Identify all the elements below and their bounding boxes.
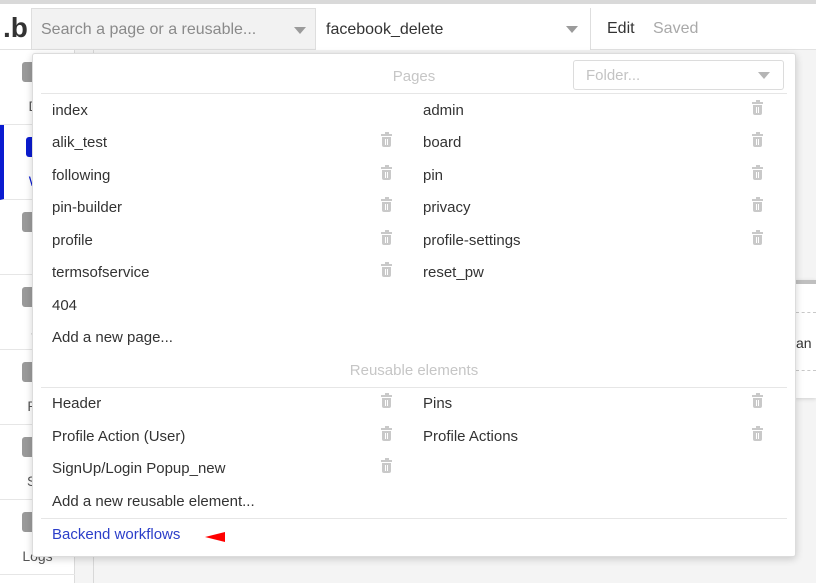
trash-icon[interactable] bbox=[381, 132, 393, 148]
folder-placeholder: Folder... bbox=[586, 67, 641, 84]
reusable-item[interactable]: Profile Action (User) bbox=[52, 425, 397, 449]
chevron-down-icon bbox=[758, 72, 770, 79]
chevron-down-icon bbox=[566, 26, 578, 33]
page-item[interactable]: pin bbox=[423, 164, 768, 188]
current-page-value: facebook_delete bbox=[326, 21, 444, 38]
chevron-down-icon bbox=[294, 27, 306, 34]
page-switcher-dropdown: Pages Folder... index alik_test followin… bbox=[32, 53, 796, 557]
background-workflow-card: an bbox=[796, 280, 816, 398]
card-text: an bbox=[796, 335, 812, 351]
page-item[interactable]: following bbox=[52, 164, 397, 188]
page-name: pin-builder bbox=[52, 199, 123, 216]
page-name: pin bbox=[423, 167, 444, 184]
reusable-item[interactable]: SignUp/Login Popup_new bbox=[52, 457, 397, 481]
divider bbox=[796, 312, 816, 313]
page-item[interactable]: board bbox=[423, 131, 768, 155]
page-name: termsofservice bbox=[52, 264, 150, 281]
reusable-name: Header bbox=[52, 395, 102, 412]
trash-icon[interactable] bbox=[752, 230, 764, 246]
current-page-dropdown[interactable]: facebook_delete bbox=[316, 8, 591, 50]
add-new-reusable-link[interactable]: Add a new reusable element... bbox=[52, 493, 255, 510]
trash-icon[interactable] bbox=[381, 197, 393, 213]
divider bbox=[796, 370, 816, 371]
top-bar: .b Search a page or a reusable... facebo… bbox=[0, 0, 816, 50]
trash-icon[interactable] bbox=[752, 426, 764, 442]
page-item[interactable]: 404 bbox=[52, 294, 397, 318]
trash-icon[interactable] bbox=[381, 426, 393, 442]
trash-icon[interactable] bbox=[752, 132, 764, 148]
backend-workflows-link[interactable]: Backend workflows bbox=[52, 526, 180, 543]
page-name: privacy bbox=[423, 199, 471, 216]
search-placeholder: Search a page or a reusable... bbox=[41, 21, 257, 38]
page-name: admin bbox=[423, 102, 464, 119]
reusable-name: Pins bbox=[423, 395, 453, 412]
reusable-item[interactable]: Profile Actions bbox=[423, 425, 768, 449]
reusable-section-heading: Reusable elements bbox=[349, 362, 479, 379]
page-name: alik_test bbox=[52, 134, 108, 151]
trash-icon[interactable] bbox=[381, 262, 393, 278]
page-item[interactable]: index bbox=[52, 99, 397, 123]
reusable-item[interactable]: Pins bbox=[423, 392, 768, 416]
trash-icon[interactable] bbox=[381, 393, 393, 409]
page-item[interactable]: profile-settings bbox=[423, 229, 768, 253]
trash-icon[interactable] bbox=[381, 458, 393, 474]
trash-icon[interactable] bbox=[381, 165, 393, 181]
reusable-name: SignUp/Login Popup_new bbox=[52, 460, 226, 477]
save-status: Saved bbox=[653, 20, 699, 37]
folder-select[interactable]: Folder... bbox=[573, 60, 784, 90]
page-item[interactable]: reset_pw bbox=[423, 261, 768, 285]
page-name: profile-settings bbox=[423, 232, 521, 249]
page-search-input[interactable]: Search a page or a reusable... bbox=[31, 8, 316, 50]
annotation-arrow-icon bbox=[205, 532, 225, 542]
page-item[interactable]: termsofservice bbox=[52, 261, 397, 285]
page-item[interactable]: pin-builder bbox=[52, 196, 397, 220]
add-new-page-link[interactable]: Add a new page... bbox=[52, 329, 173, 346]
reusable-item[interactable]: Header bbox=[52, 392, 397, 416]
reusable-name: Profile Action (User) bbox=[52, 428, 186, 445]
page-name: following bbox=[52, 167, 111, 184]
trash-icon[interactable] bbox=[752, 393, 764, 409]
page-item[interactable]: privacy bbox=[423, 196, 768, 220]
page-name: 404 bbox=[52, 297, 78, 314]
reusable-name: Profile Actions bbox=[423, 428, 519, 445]
divider bbox=[41, 93, 787, 94]
divider bbox=[41, 387, 787, 388]
divider bbox=[41, 518, 787, 519]
edit-mode-button[interactable]: Edit bbox=[607, 20, 635, 38]
page-item[interactable]: profile bbox=[52, 229, 397, 253]
page-item[interactable]: admin bbox=[423, 99, 768, 123]
trash-icon[interactable] bbox=[752, 100, 764, 116]
page-name: reset_pw bbox=[423, 264, 484, 281]
page-item[interactable]: alik_test bbox=[52, 131, 397, 155]
page-name: profile bbox=[52, 232, 93, 249]
trash-icon[interactable] bbox=[752, 197, 764, 213]
trash-icon[interactable] bbox=[752, 165, 764, 181]
page-name: index bbox=[52, 102, 88, 119]
page-name: board bbox=[423, 134, 462, 151]
bubble-logo[interactable]: .b bbox=[0, 8, 31, 52]
trash-icon[interactable] bbox=[381, 230, 393, 246]
